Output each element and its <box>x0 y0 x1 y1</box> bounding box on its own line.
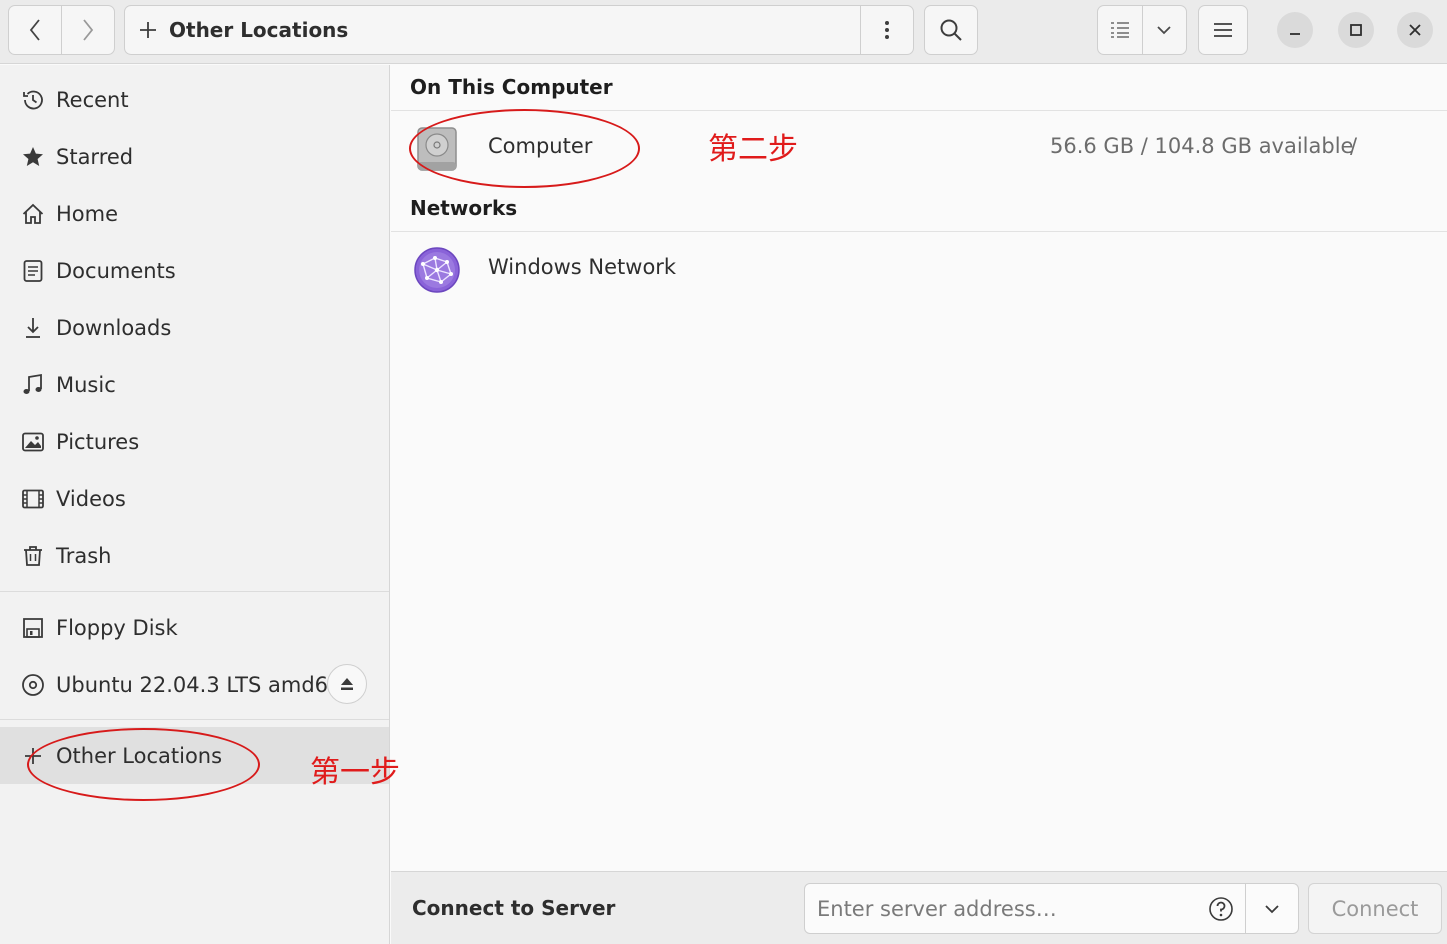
sidebar-item-label: Floppy Disk <box>56 615 178 640</box>
clock-icon <box>16 88 50 112</box>
chevron-left-icon <box>29 19 40 41</box>
header-bar: Other Locations <box>0 0 1447 64</box>
location-row-windows-network[interactable]: Windows Network <box>391 234 1447 306</box>
trash-icon <box>16 544 50 568</box>
floppy-icon <box>16 616 50 640</box>
home-icon <box>16 202 50 226</box>
path-menu-button[interactable] <box>860 6 913 54</box>
main-content: On This Computer Computer 56.6 GB / 104.… <box>391 65 1447 871</box>
view-dropdown-button[interactable] <box>1141 6 1187 54</box>
document-icon <box>16 259 50 283</box>
main-menu-button[interactable] <box>1198 5 1248 55</box>
list-view-icon <box>1110 22 1129 38</box>
list-view-button[interactable] <box>1098 6 1142 54</box>
connect-to-server-title: Connect to Server <box>412 896 616 920</box>
help-button[interactable] <box>1197 884 1245 933</box>
section-separator <box>391 110 1447 111</box>
sidebar-item-other-locations[interactable]: Other Locations <box>0 727 389 784</box>
network-globe-icon <box>413 246 461 298</box>
section-title-networks: Networks <box>410 196 518 220</box>
sidebar-item-floppy-disk[interactable]: Floppy Disk <box>0 599 389 656</box>
eject-button[interactable] <box>327 664 367 704</box>
sidebar-item-label: Starred <box>56 144 134 169</box>
download-icon <box>16 316 50 340</box>
connect-button[interactable]: Connect <box>1308 883 1442 934</box>
sidebar: Recent Starred Home Documents Downloads … <box>0 65 390 944</box>
sidebar-item-trash[interactable]: Trash <box>0 527 389 584</box>
hamburger-menu-icon <box>1214 23 1232 37</box>
location-name: Windows Network <box>488 255 677 279</box>
sidebar-item-downloads[interactable]: Downloads <box>0 299 389 356</box>
sidebar-item-documents[interactable]: Documents <box>0 242 389 299</box>
sidebar-item-videos[interactable]: Videos <box>0 470 389 527</box>
sidebar-item-pictures[interactable]: Pictures <box>0 413 389 470</box>
optical-disc-icon <box>16 673 50 697</box>
hard-drive-icon <box>416 126 458 176</box>
location-name: Computer <box>488 134 593 158</box>
search-button[interactable] <box>924 5 978 55</box>
sidebar-item-label: Music <box>56 372 116 397</box>
minimize-button[interactable] <box>1277 12 1313 48</box>
sidebar-item-label: Downloads <box>56 315 172 340</box>
sidebar-separator <box>0 719 389 720</box>
sidebar-item-label: Documents <box>56 258 176 283</box>
star-icon <box>16 145 50 169</box>
maximize-button[interactable] <box>1338 12 1374 48</box>
search-icon <box>940 19 962 41</box>
sidebar-item-label: Home <box>56 201 119 226</box>
eject-icon <box>341 678 353 690</box>
disk-space-label: 56.6 GB / 104.8 GB available <box>1050 134 1354 158</box>
view-options <box>1097 5 1187 55</box>
server-address-combo <box>804 883 1299 934</box>
back-button[interactable] <box>9 6 61 54</box>
music-icon <box>16 373 50 397</box>
sidebar-item-label: Trash <box>56 543 112 568</box>
path-label: Other Locations <box>169 18 349 42</box>
sidebar-item-recent[interactable]: Recent <box>0 71 389 128</box>
section-title-on-this-computer: On This Computer <box>410 75 613 99</box>
help-icon <box>1209 896 1233 921</box>
close-button[interactable] <box>1397 12 1433 48</box>
maximize-icon <box>1350 24 1362 36</box>
path-crumb-other-locations[interactable]: Other Locations <box>125 6 860 54</box>
sidebar-item-label: Recent <box>56 87 129 112</box>
forward-button[interactable] <box>61 6 114 54</box>
plus-icon <box>140 22 156 38</box>
plus-icon <box>16 746 50 766</box>
path-bar: Other Locations <box>124 5 914 55</box>
server-history-dropdown[interactable] <box>1245 884 1298 933</box>
sidebar-separator <box>0 591 389 592</box>
connect-to-server-bar: Connect to Server Connect <box>391 871 1447 944</box>
sidebar-item-music[interactable]: Music <box>0 356 389 413</box>
video-icon <box>16 487 50 511</box>
sidebar-item-label: Other Locations <box>56 743 223 768</box>
minimize-icon <box>1290 33 1300 35</box>
server-address-input[interactable] <box>805 884 1197 933</box>
navigation-buttons <box>8 5 115 55</box>
chevron-down-icon <box>1265 904 1279 913</box>
chevron-down-icon <box>1157 26 1171 35</box>
chevron-right-icon <box>83 19 94 41</box>
sidebar-item-starred[interactable]: Starred <box>0 128 389 185</box>
mount-point-label: / <box>1350 134 1358 158</box>
sidebar-item-label: Ubuntu 22.04.3 LTS amd64 <box>56 672 342 697</box>
picture-icon <box>16 430 50 454</box>
sidebar-item-label: Pictures <box>56 429 140 454</box>
vertical-dots-icon <box>885 21 889 39</box>
sidebar-item-home[interactable]: Home <box>0 185 389 242</box>
close-icon <box>1409 24 1421 36</box>
location-row-computer[interactable]: Computer 56.6 GB / 104.8 GB available / <box>391 113 1447 185</box>
sidebar-item-label: Videos <box>56 486 126 511</box>
section-separator <box>391 231 1447 232</box>
